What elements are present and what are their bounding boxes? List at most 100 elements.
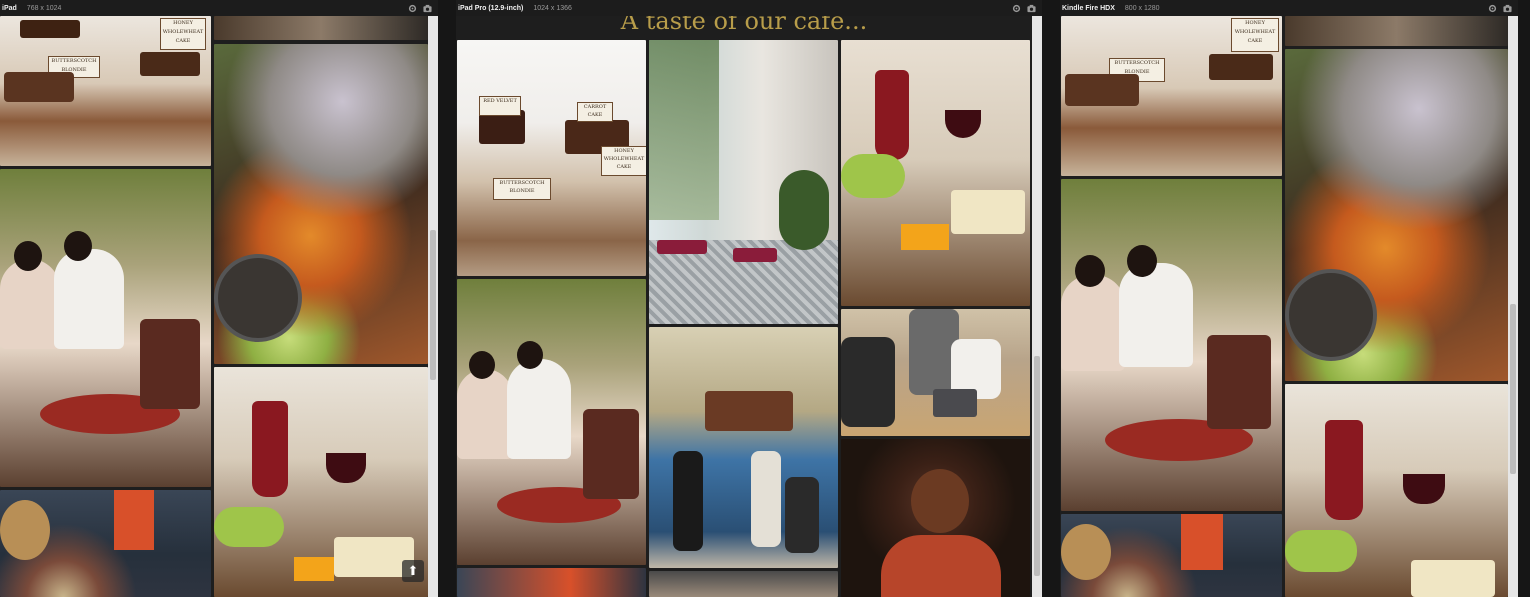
device-toolbar: iPad 768 x 1024 [0, 0, 438, 16]
person [457, 369, 513, 459]
mariachi-band-photo [649, 327, 838, 568]
cake-label: BUTTERSCOTCH BLONDIE [51, 58, 97, 73]
person [0, 259, 60, 349]
device-viewport[interactable]: BUTTERSCOTCH BLONDIE HONEY WHOLEWHEAT CA… [0, 16, 428, 597]
cake-label: RED VELVET [483, 98, 517, 104]
scrollbar[interactable] [1508, 16, 1518, 597]
wine-carafe [1325, 420, 1363, 520]
scrollbar-thumb[interactable] [430, 230, 436, 380]
device-toolbar: Kindle Fire HDX 800 x 1280 [1060, 0, 1518, 16]
hair [517, 341, 543, 369]
camera-icon[interactable] [1503, 4, 1512, 13]
arrow-up-icon: ⬆ [407, 563, 419, 578]
woman-portrait-photo [841, 439, 1030, 597]
person [1119, 263, 1193, 367]
cake-slice [140, 52, 200, 76]
cake-label: HONEY WHOLEWHEAT CAKE [162, 20, 204, 44]
scroll-to-top-button[interactable]: ⬆ [402, 560, 424, 582]
hair [14, 241, 42, 271]
device-viewport[interactable]: BUTTERSCOTCH BLONDIE HONEY WHOLEWHEAT CA… [1060, 16, 1508, 597]
device-viewport[interactable]: A taste of our cafe... RED VELVET CARROT… [456, 16, 1032, 597]
juice-glass [114, 490, 154, 550]
device-dimensions: 1024 x 1366 [533, 4, 572, 12]
person [507, 359, 571, 459]
scrollbar-thumb[interactable] [1034, 356, 1040, 576]
stool [657, 240, 707, 254]
cake-slice [1209, 54, 1273, 80]
cake-label-card: BUTTERSCOTCH BLONDIE [493, 178, 551, 200]
person [54, 249, 124, 349]
cake-label-card: HONEY WHOLEWHEAT CAKE [1231, 18, 1279, 52]
cakes-photo: BUTTERSCOTCH BLONDIE HONEY WHOLEWHEAT CA… [0, 16, 211, 166]
musician [673, 451, 703, 551]
grapes [841, 154, 905, 198]
wine-carafe [875, 70, 909, 160]
cake-slice [20, 20, 80, 38]
smoothie-bowl-photo [0, 490, 211, 597]
cake-label: BUTTERSCOTCH BLONDIE [1114, 60, 1160, 75]
cake-label-card: HONEY WHOLEWHEAT CAKE [601, 146, 646, 176]
grapes [214, 507, 284, 547]
hair [64, 231, 92, 261]
red-sweater [881, 535, 1001, 597]
hair [469, 351, 495, 379]
cheese-cubes [294, 557, 334, 581]
wine-cheese-photo [214, 367, 428, 597]
window [649, 40, 719, 220]
selfie-photo [0, 169, 211, 487]
person [1061, 275, 1125, 371]
cake-label: HONEY WHOLEWHEAT CAKE [603, 148, 645, 170]
gear-icon[interactable] [408, 4, 417, 13]
camera-icon[interactable] [1027, 4, 1036, 13]
device-toolbar: iPad Pro (12.9-inch) 1024 x 1366 [456, 0, 1042, 16]
device-panel-ipad-pro: iPad Pro (12.9-inch) 1024 x 1366 A taste… [456, 0, 1042, 597]
camera-icon[interactable] [423, 4, 432, 13]
food-bowl [0, 500, 50, 560]
stool [733, 248, 777, 262]
chair [140, 319, 200, 409]
top-photo-strip [214, 16, 428, 40]
cake-label: BUTTERSCOTCH BLONDIE [499, 180, 545, 194]
cake-label-card: CARROT CAKE [577, 102, 613, 122]
scrollbar[interactable] [1032, 16, 1042, 597]
selfie-photo [457, 279, 646, 565]
cakes-photo: RED VELVET CARROT CAKE BUTTERSCOTCH BLON… [457, 40, 646, 276]
cake-label-card: HONEY WHOLEWHEAT CAKE [160, 18, 206, 50]
bowl-photo [649, 571, 838, 597]
cafe-interior-photo [649, 40, 838, 324]
food-bowl [1061, 524, 1111, 580]
hair [1075, 255, 1105, 287]
chair [583, 409, 639, 499]
scrollbar-thumb[interactable] [1510, 304, 1516, 474]
device-panel-kindle-fire-hdx: Kindle Fire HDX 800 x 1280 BUTTERSCOTCH … [1060, 0, 1518, 597]
laptop [933, 389, 977, 417]
cake-label: CARROT CAKE [583, 104, 607, 118]
chair [1207, 335, 1271, 429]
plant [779, 170, 829, 250]
wine-cheese-photo [841, 40, 1030, 306]
cheese [1411, 560, 1495, 597]
cake-slice [4, 72, 74, 102]
gear-icon[interactable] [1488, 4, 1497, 13]
top-photo-strip [1285, 16, 1508, 46]
person [841, 337, 895, 427]
scrollbar[interactable] [428, 16, 438, 597]
tacos-photo [214, 44, 428, 364]
cheese-cubes [901, 224, 949, 250]
wine-glass [945, 110, 981, 138]
grapes [1285, 530, 1357, 572]
cakes-photo: BUTTERSCOTCH BLONDIE HONEY WHOLEWHEAT CA… [1061, 16, 1282, 176]
smoothie-bowl-photo [1061, 514, 1282, 597]
selfie-photo [1061, 179, 1282, 511]
hair [1127, 245, 1157, 277]
device-name: iPad [2, 4, 17, 12]
device-panel-ipad: iPad 768 x 1024 BUTTERSCOTCH BLONDIE HON… [0, 0, 438, 597]
laptop-cafe-photo [841, 309, 1030, 436]
cake-slice [1065, 74, 1139, 106]
wine-glass [326, 453, 366, 483]
cake-label-card: RED VELVET [479, 96, 521, 116]
salsa-bowl [214, 254, 302, 342]
heading-text: A taste of our cafe... [620, 16, 868, 35]
cake-label: HONEY WHOLEWHEAT CAKE [1234, 20, 1276, 44]
gear-icon[interactable] [1012, 4, 1021, 13]
